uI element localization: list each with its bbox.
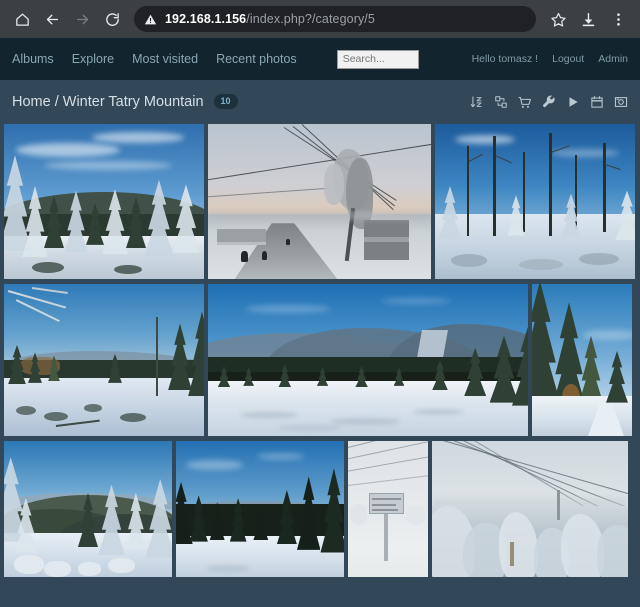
sort-order-icon[interactable] xyxy=(469,95,484,110)
home-icon[interactable] xyxy=(8,5,36,33)
three-dot-menu-icon[interactable] xyxy=(604,5,632,33)
photo-thumbnail[interactable] xyxy=(435,124,635,279)
slideshow-shuffle-icon[interactable] xyxy=(493,95,508,110)
url-text: 192.168.1.156/index.php?/category/5 xyxy=(165,12,375,26)
nav-item-explore[interactable]: Explore xyxy=(72,52,114,66)
photo-thumbnail[interactable] xyxy=(4,441,172,577)
photo-icon[interactable] xyxy=(613,95,628,110)
url-host: 192.168.1.156 xyxy=(165,12,247,26)
grid-row xyxy=(4,124,636,279)
primary-nav: Albums Explore Most visited Recent photo… xyxy=(12,49,419,69)
thumbnail-image xyxy=(208,284,528,436)
photo-thumbnail[interactable] xyxy=(348,441,428,577)
admin-link[interactable]: Admin xyxy=(598,53,628,65)
greeting-label: Hello tomasz ! xyxy=(471,53,539,65)
forward-arrow-icon xyxy=(68,5,96,33)
photo-thumbnail[interactable] xyxy=(4,124,204,279)
address-bar[interactable]: 192.168.1.156/index.php?/category/5 xyxy=(134,6,536,32)
breadcrumb-bar: Home / Winter Tatry Mountain 10 xyxy=(0,80,640,124)
site-navbar: Albums Explore Most visited Recent photo… xyxy=(0,38,640,80)
calendar-icon[interactable] xyxy=(589,95,604,110)
thumbnail-image xyxy=(4,124,204,279)
star-icon[interactable] xyxy=(544,5,572,33)
play-icon[interactable] xyxy=(565,95,580,110)
thumbnail-image xyxy=(348,441,428,577)
thumbnail-image xyxy=(532,284,632,436)
photo-thumbnail[interactable] xyxy=(176,441,344,577)
breadcrumb[interactable]: Home / Winter Tatry Mountain xyxy=(12,94,204,110)
nav-item-albums[interactable]: Albums xyxy=(12,52,54,66)
thumbnail-image xyxy=(432,441,628,577)
album-toolbar xyxy=(469,95,628,110)
reload-icon[interactable] xyxy=(98,5,126,33)
photo-thumbnail[interactable] xyxy=(532,284,632,436)
grid-row xyxy=(4,284,636,436)
nav-item-most-visited[interactable]: Most visited xyxy=(132,52,198,66)
back-arrow-icon[interactable] xyxy=(38,5,66,33)
grid-row xyxy=(4,441,636,577)
browser-toolbar: 192.168.1.156/index.php?/category/5 xyxy=(0,0,640,38)
nav-item-recent-photos[interactable]: Recent photos xyxy=(216,52,297,66)
logout-link[interactable]: Logout xyxy=(552,53,584,65)
photo-thumbnail[interactable] xyxy=(432,441,628,577)
photo-thumbnail[interactable] xyxy=(208,124,431,279)
download-icon[interactable] xyxy=(574,5,602,33)
thumbnail-image xyxy=(4,284,204,436)
thumbnail-image xyxy=(176,441,344,577)
photo-thumbnail[interactable] xyxy=(208,284,528,436)
wrench-icon[interactable] xyxy=(541,95,556,110)
thumbnail-image xyxy=(435,124,635,279)
photo-thumbnail[interactable] xyxy=(4,284,204,436)
thumbnail-image xyxy=(208,124,431,279)
photo-count-badge: 10 xyxy=(213,93,238,109)
search-input[interactable] xyxy=(336,49,419,69)
not-secure-warning-icon[interactable] xyxy=(144,13,157,26)
url-path: /index.php?/category/5 xyxy=(246,12,375,26)
cart-icon[interactable] xyxy=(517,95,532,110)
user-nav: Hello tomasz ! Logout Admin xyxy=(472,53,628,65)
photo-grid xyxy=(0,124,640,577)
thumbnail-image xyxy=(4,441,172,577)
